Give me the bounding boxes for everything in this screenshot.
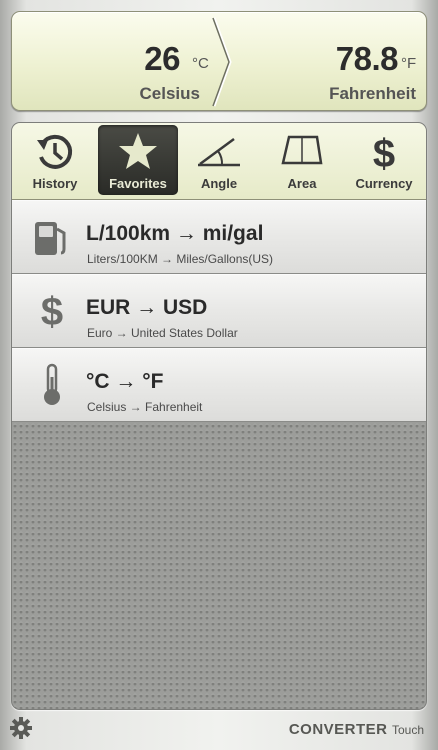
conversion-display: 26 °C Celsius 78.8 °F Fahrenheit: [11, 11, 427, 111]
tab-label: Angle: [200, 176, 238, 191]
conversion-title: °C → °F: [86, 370, 164, 393]
favorites-list: L/100km → mi/gal Liters/100KM → Miles/Ga…: [12, 200, 426, 422]
list-item[interactable]: $ EUR → USD Euro → United States Dollar: [12, 274, 426, 348]
star-icon: [119, 133, 157, 169]
tab-history[interactable]: History: [15, 125, 95, 195]
conversion-subtitle: Celsius → Fahrenheit: [87, 400, 203, 414]
tab-favorites[interactable]: Favorites: [98, 125, 178, 195]
tab-angle[interactable]: Angle: [179, 125, 259, 195]
to-unit: °F: [401, 55, 417, 72]
tab-label: Favorites: [109, 176, 167, 191]
category-tabs: History Favorites Angle Area $ Currency: [12, 123, 426, 200]
brand-name: CONVERTER: [288, 721, 388, 738]
from-value[interactable]: 26: [144, 40, 180, 78]
history-icon: [37, 134, 73, 169]
svg-text:$: $: [41, 290, 63, 331]
tab-currency[interactable]: $ Currency: [344, 125, 424, 195]
list-item[interactable]: °C → °F Celsius → Fahrenheit: [12, 348, 426, 422]
gear-icon[interactable]: [10, 717, 32, 739]
conversion-title: EUR → USD: [86, 296, 208, 319]
angle-icon: [198, 137, 240, 167]
list-item[interactable]: L/100km → mi/gal Liters/100KM → Miles/Ga…: [12, 200, 426, 274]
app-brand: CONVERTER Touch: [289, 721, 424, 739]
main-panel: History Favorites Angle Area $ Currency …: [11, 122, 427, 710]
tab-area[interactable]: Area: [262, 125, 342, 195]
tab-label: Area: [287, 176, 317, 191]
thermometer-icon: [44, 363, 60, 405]
to-unit-name[interactable]: Fahrenheit: [329, 84, 416, 104]
area-icon: [281, 135, 323, 165]
fuel-pump-icon: [35, 222, 66, 255]
chevron-right-icon[interactable]: [210, 12, 236, 112]
brand-suffix: Touch: [391, 723, 424, 737]
dollar-icon: $: [373, 132, 395, 173]
conversion-subtitle: Liters/100KM → Miles/Gallons(US): [87, 252, 274, 266]
conversion-title: L/100km → mi/gal: [86, 222, 264, 245]
dollar-icon: $: [41, 290, 63, 331]
from-unit: °C: [192, 55, 209, 72]
tab-label: History: [32, 176, 78, 191]
svg-text:$: $: [373, 132, 395, 173]
to-value[interactable]: 78.8: [336, 40, 399, 78]
tab-label: Currency: [355, 176, 413, 191]
conversion-subtitle: Euro → United States Dollar: [87, 326, 238, 340]
from-unit-name[interactable]: Celsius: [140, 84, 200, 104]
